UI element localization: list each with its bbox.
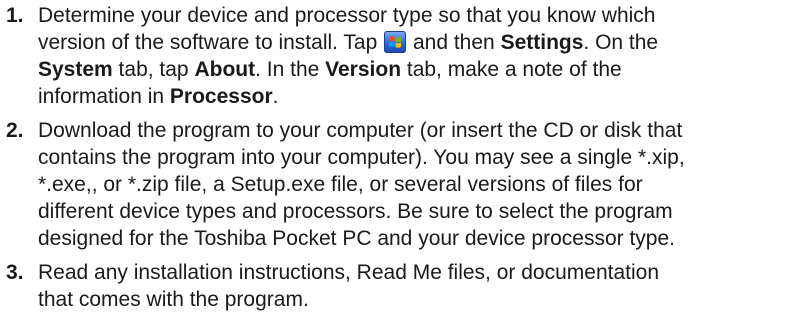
text-run: tab, make a note of the [401, 58, 622, 81]
text-line: designed for the Toshiba Pocket PC and y… [38, 225, 685, 252]
text-line: contains the program into your computer)… [38, 144, 685, 171]
text-line: System tab, tap About. In the Version ta… [38, 56, 658, 83]
text-line: information in Processor. [38, 83, 658, 110]
step-text: Download the program to your computer (o… [38, 117, 685, 252]
windows-start-flag-icon [384, 31, 407, 53]
text-line: Read any installation instructions, Read… [38, 259, 659, 286]
text-run: designed for the Toshiba Pocket PC and y… [38, 227, 675, 250]
text-run: that comes with the program. [38, 288, 309, 311]
text-line: different device types and processors. B… [38, 198, 685, 225]
text-run: . [272, 85, 279, 108]
ui-term: Processor [169, 85, 273, 108]
text-run: . On the [583, 31, 659, 54]
text-run: information in [38, 85, 170, 108]
text-run: tab, tap [112, 58, 195, 81]
text-line: Determine your device and processor type… [38, 2, 658, 29]
text-run: . In the [255, 58, 326, 81]
text-run: Determine your device and processor type… [38, 4, 656, 27]
text-run: and then [407, 31, 501, 54]
step-text: Determine your device and processor type… [38, 2, 658, 110]
step-text: Read any installation instructions, Read… [38, 259, 659, 313]
step-number: 2. [6, 119, 24, 142]
ui-term: System [38, 58, 113, 81]
text-run: version of the software to install. Tap [38, 31, 384, 54]
text-line: version of the software to install. Tap … [38, 29, 658, 56]
text-line: that comes with the program. [38, 286, 659, 313]
ui-term: About [194, 58, 256, 81]
text-run: contains the program into your computer)… [38, 146, 685, 169]
step-number: 1. [6, 4, 24, 27]
text-line: Download the program to your computer (o… [38, 117, 685, 144]
instruction-steps: 1. Determine your device and processor t… [0, 0, 796, 312]
text-run: different device types and processors. B… [38, 200, 673, 223]
step-number: 3. [6, 261, 24, 284]
text-run: *.exe,, or *.zip file, a Setup.exe file,… [38, 173, 643, 196]
ui-term: Settings [500, 31, 584, 54]
text-run: Read any installation instructions, Read… [38, 261, 659, 284]
ui-term: Version [325, 58, 402, 81]
text-run: Download the program to your computer (o… [38, 119, 683, 142]
text-line: *.exe,, or *.zip file, a Setup.exe file,… [38, 171, 685, 198]
